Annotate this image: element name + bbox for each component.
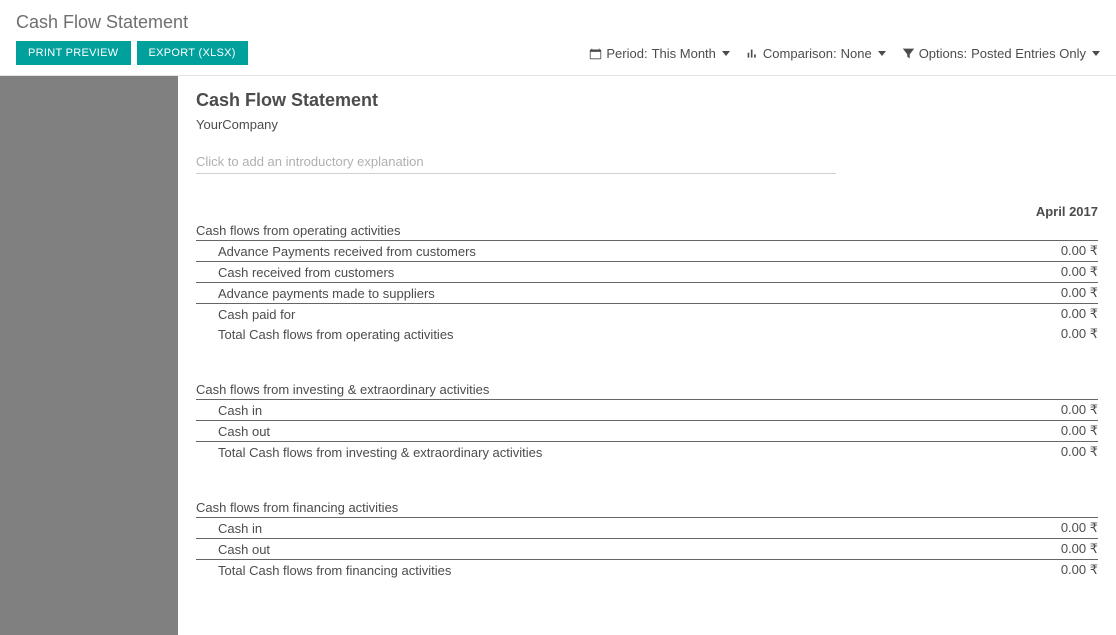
line-value: 0.00 ₹ — [983, 560, 1098, 581]
period-value: This Month — [652, 46, 716, 61]
comparison-filter[interactable]: Comparison: None — [746, 46, 886, 61]
period-label: Period: — [606, 46, 647, 61]
line-value: 0.00 ₹ — [983, 518, 1098, 539]
section-title: Cash flows from investing & extraordinar… — [196, 380, 1098, 400]
section-title-row: Cash flows from operating activities — [196, 221, 1098, 241]
line-label: Cash paid for — [196, 304, 992, 325]
intro-explanation-input[interactable] — [196, 150, 836, 174]
print-preview-button[interactable]: PRINT PREVIEW — [16, 41, 131, 65]
line-value: 0.00 ₹ — [1011, 400, 1098, 421]
period-filter[interactable]: Period: This Month — [589, 46, 730, 61]
line-value: 0.00 ₹ — [992, 241, 1098, 262]
export-xlsx-button[interactable]: EXPORT (XLSX) — [137, 41, 248, 65]
report-line: Cash paid for0.00 ₹ — [196, 304, 1098, 325]
caret-down-icon — [1092, 51, 1100, 56]
bar-chart-icon — [746, 47, 759, 60]
line-label: Advance Payments received from customers — [196, 241, 992, 262]
filter-icon — [902, 47, 915, 60]
line-value: 0.00 ₹ — [983, 539, 1098, 560]
options-label: Options: — [919, 46, 967, 61]
comparison-value: None — [841, 46, 872, 61]
company-name: YourCompany — [196, 117, 1098, 132]
line-value: 0.00 ₹ — [992, 324, 1098, 344]
options-filter[interactable]: Options: Posted Entries Only — [902, 46, 1100, 61]
cash-flow-table: April 2017 — [196, 202, 1098, 221]
line-label: Total Cash flows from operating activiti… — [196, 324, 992, 344]
options-value: Posted Entries Only — [971, 46, 1086, 61]
report-line: Advance payments made to suppliers0.00 ₹ — [196, 283, 1098, 304]
calendar-icon — [589, 47, 602, 60]
line-value: 0.00 ₹ — [992, 283, 1098, 304]
page-title: Cash Flow Statement — [16, 12, 1100, 33]
line-label: Cash out — [196, 539, 983, 560]
report-line: Cash in0.00 ₹ — [196, 400, 1098, 421]
report-line: Total Cash flows from investing & extrao… — [196, 442, 1098, 463]
report-line: Cash received from customers0.00 ₹ — [196, 262, 1098, 283]
line-value: 0.00 ₹ — [1011, 421, 1098, 442]
report-body: Cash Flow Statement YourCompany April 20… — [178, 76, 1116, 635]
report-line: Advance Payments received from customers… — [196, 241, 1098, 262]
line-label: Cash out — [196, 421, 1011, 442]
caret-down-icon — [878, 51, 886, 56]
report-line: Cash out0.00 ₹ — [196, 539, 1098, 560]
comparison-label: Comparison: — [763, 46, 837, 61]
line-value: 0.00 ₹ — [992, 304, 1098, 325]
toolbar: PRINT PREVIEW EXPORT (XLSX) Period: This… — [0, 41, 1116, 76]
report-line: Total Cash flows from operating activiti… — [196, 324, 1098, 344]
line-label: Cash in — [196, 400, 1011, 421]
line-label: Total Cash flows from investing & extrao… — [196, 442, 1011, 463]
section-title-row: Cash flows from investing & extraordinar… — [196, 380, 1098, 400]
report-line: Cash in0.00 ₹ — [196, 518, 1098, 539]
line-value: 0.00 ₹ — [1011, 442, 1098, 463]
period-column-header: April 2017 — [196, 202, 1098, 221]
caret-down-icon — [722, 51, 730, 56]
line-label: Cash received from customers — [196, 262, 992, 283]
report-line: Cash out0.00 ₹ — [196, 421, 1098, 442]
line-label: Advance payments made to suppliers — [196, 283, 992, 304]
section-title: Cash flows from financing activities — [196, 498, 1098, 518]
side-gutter — [0, 76, 178, 635]
section-title-row: Cash flows from financing activities — [196, 498, 1098, 518]
section-title: Cash flows from operating activities — [196, 221, 1098, 241]
line-label: Total Cash flows from financing activiti… — [196, 560, 983, 581]
line-value: 0.00 ₹ — [992, 262, 1098, 283]
report-title: Cash Flow Statement — [196, 90, 1098, 111]
report-line: Total Cash flows from financing activiti… — [196, 560, 1098, 581]
line-label: Cash in — [196, 518, 983, 539]
